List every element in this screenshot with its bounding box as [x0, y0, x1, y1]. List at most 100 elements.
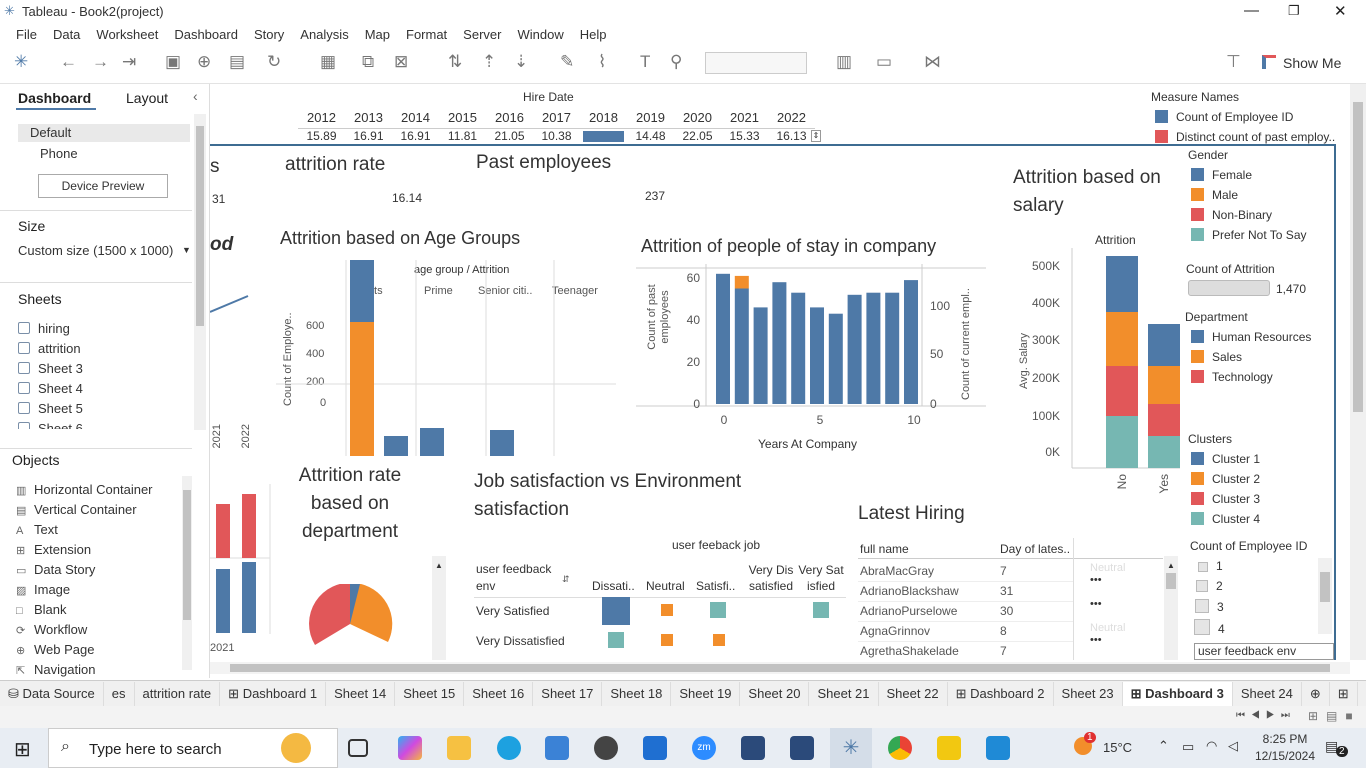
legend-scrollbar[interactable] — [1318, 558, 1332, 634]
menu-story[interactable]: Story — [246, 27, 292, 42]
hiring-col-header[interactable]: Day of lates.. — [1000, 542, 1070, 556]
restore-icon[interactable]: ❐ — [1288, 3, 1300, 19]
legend-item[interactable]: Cluster 1 — [1191, 452, 1260, 466]
fit-dropdown[interactable] — [705, 52, 807, 74]
swap-icon[interactable]: ⇅ — [448, 52, 462, 72]
device-phone[interactable]: Phone — [40, 146, 78, 161]
tab[interactable]: Sheet 22 — [879, 681, 948, 706]
hiring-col-header[interactable]: full name — [860, 542, 909, 556]
legend-item[interactable]: Sales — [1191, 350, 1242, 364]
legend-item[interactable]: Non-Binary — [1191, 208, 1272, 222]
media-icon[interactable] — [545, 736, 569, 760]
new-story-tab-icon[interactable]: ⧉ — [1358, 682, 1366, 706]
user-feedback-filter[interactable]: user feedback env — [1194, 643, 1334, 660]
canvas-hscrollbar[interactable] — [210, 662, 1350, 674]
tab-active[interactable]: ⊞ Dashboard 3 — [1122, 681, 1233, 706]
tableau-active-icon[interactable]: ✳ — [839, 736, 863, 760]
more-icon[interactable]: ••• — [1090, 598, 1102, 610]
chrome-icon[interactable] — [888, 736, 912, 760]
zoom-icon[interactable]: zm — [692, 736, 716, 760]
minimize-icon[interactable]: — — [1244, 2, 1259, 19]
sheet-item[interactable]: attrition — [18, 341, 81, 356]
tab[interactable]: Sheet 14 — [326, 681, 396, 706]
edge-icon[interactable] — [497, 736, 521, 760]
copilot-icon[interactable] — [398, 736, 422, 760]
new-datasource-icon[interactable]: ⊕ — [197, 52, 211, 72]
redo-icon[interactable]: → — [92, 52, 109, 72]
hiring-scrollbar[interactable]: ▲ — [1164, 556, 1178, 660]
show-cards-icon[interactable]: ▥ — [836, 52, 852, 72]
legend-item[interactable]: 2 — [1196, 579, 1223, 593]
menu-dashboard[interactable]: Dashboard — [166, 27, 246, 42]
file-explorer-icon[interactable] — [447, 736, 471, 760]
tab[interactable]: Sheet 20 — [740, 681, 810, 706]
replay-icon[interactable]: ⇥ — [122, 52, 136, 72]
sheet-item[interactable]: Sheet 5 — [18, 401, 83, 416]
objects-scrollbar[interactable] — [182, 476, 192, 670]
legend-item[interactable]: Cluster 2 — [1191, 472, 1260, 486]
legend-item[interactable]: Distinct count of past employ.. — [1155, 130, 1335, 144]
collapse-pane-icon[interactable]: ‹ — [193, 88, 198, 104]
menu-window[interactable]: Window — [509, 27, 571, 42]
menu-help[interactable]: Help — [572, 27, 615, 42]
battery-icon[interactable]: ▭ — [1182, 739, 1194, 755]
chevron-up-icon[interactable]: ⌃ — [1158, 738, 1169, 754]
sheet-item[interactable]: Sheet 3 — [18, 361, 83, 376]
menu-server[interactable]: Server — [455, 27, 509, 42]
menu-worksheet[interactable]: Worksheet — [88, 27, 166, 42]
tab[interactable]: Sheet 16 — [464, 681, 534, 706]
menu-map[interactable]: Map — [357, 27, 398, 42]
group-icon[interactable]: ⌇ — [598, 52, 606, 72]
show-me-button[interactable]: Show Me — [1283, 55, 1341, 71]
windows-start-icon[interactable]: ⊞ — [14, 737, 31, 762]
sort-icon[interactable]: ⇵ — [562, 574, 570, 585]
task-view-icon[interactable] — [348, 739, 368, 757]
tab-dashboard[interactable]: Dashboard — [18, 90, 91, 106]
tab[interactable]: ⊞ Dashboard 1 — [220, 681, 327, 706]
tab[interactable]: Sheet 19 — [671, 681, 741, 706]
object-navigation[interactable]: ⇱ Navigation — [16, 662, 95, 677]
volume-icon[interactable]: ◁ — [1228, 738, 1238, 754]
sheet-item[interactable]: Sheet 4 — [18, 381, 83, 396]
legend-item[interactable]: Count of Employee ID — [1155, 110, 1293, 124]
legend-item[interactable]: Female — [1191, 168, 1252, 182]
more-icon[interactable]: ••• — [1090, 574, 1102, 586]
tab-data-source[interactable]: ⛁ Data Source — [0, 681, 104, 706]
sort-asc-icon[interactable]: ⇡ — [482, 52, 496, 72]
tab[interactable]: ⊞ Dashboard 2 — [948, 681, 1054, 706]
device-default[interactable]: Default — [18, 124, 190, 142]
tab[interactable]: Sheet 24 — [1233, 681, 1302, 706]
menu-file[interactable]: File — [8, 27, 45, 42]
clock-date[interactable]: 12/15/2024 — [1254, 749, 1316, 763]
object-workflow[interactable]: ⟳ Workflow — [16, 622, 87, 637]
presentation-icon[interactable]: ▭ — [876, 52, 892, 72]
object-web-page[interactable]: ⊕ Web Page — [16, 642, 94, 657]
player-icon[interactable] — [986, 736, 1010, 760]
object-vertical-container[interactable]: ▤ Vertical Container — [16, 502, 137, 517]
menu-format[interactable]: Format — [398, 27, 455, 42]
tab[interactable]: Sheet 17 — [533, 681, 603, 706]
new-worksheet-tab-icon[interactable]: ⊕ — [1302, 681, 1330, 706]
share-icon[interactable]: ⋈ — [924, 52, 941, 72]
legend-item[interactable]: Male — [1191, 188, 1238, 202]
object-blank[interactable]: □ Blank — [16, 602, 67, 617]
legend-item[interactable]: 3 — [1195, 599, 1224, 614]
dept-scrollbar[interactable]: ▲ — [432, 556, 446, 660]
highlight-icon[interactable]: ✎ — [560, 52, 574, 72]
chevron-down-icon[interactable]: ▼ — [182, 245, 191, 255]
pause-update-icon[interactable]: ▤ — [229, 52, 245, 72]
sort-desc-icon[interactable]: ⇣ — [514, 52, 528, 72]
taskbar-search[interactable]: ⌕ Type here to search — [48, 728, 338, 768]
canvas-vscrollbar[interactable] — [1350, 84, 1366, 660]
legend-item[interactable]: Cluster 4 — [1191, 512, 1260, 526]
tab[interactable]: attrition rate — [135, 681, 221, 706]
pin-icon[interactable]: ⚲ — [670, 52, 682, 72]
sheet-item[interactable]: hiring — [18, 321, 70, 336]
save-icon[interactable]: ▣ — [165, 52, 181, 72]
tab[interactable]: es — [104, 681, 135, 706]
tab-nav-arrows-icon[interactable]: ⏮◀▶⏭ — [1236, 710, 1296, 721]
object-text[interactable]: A Text — [16, 522, 58, 537]
show-me-icon[interactable] — [1262, 55, 1276, 69]
new-worksheet-icon[interactable]: ▦ — [320, 52, 336, 72]
clear-sheet-icon[interactable]: ⊠ — [394, 52, 408, 72]
